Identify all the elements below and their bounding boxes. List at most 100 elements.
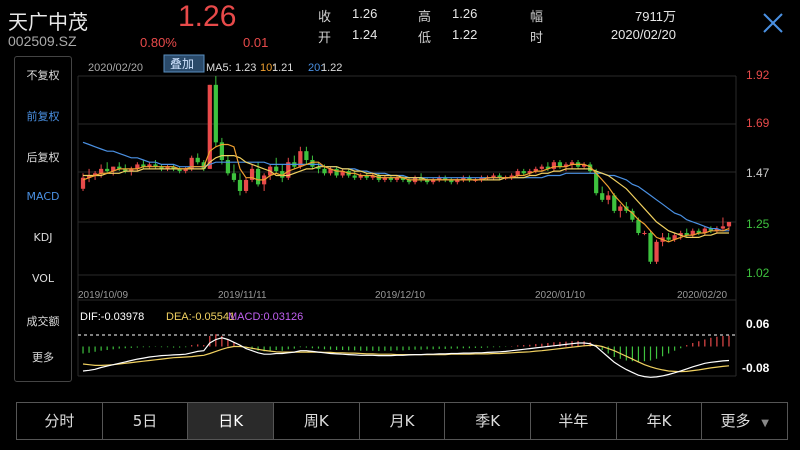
candle-body: [557, 162, 563, 167]
macd-value-label: MACD:0.03126: [228, 311, 303, 323]
candle: [708, 226, 713, 233]
overlay-button-label: 叠加: [170, 57, 194, 71]
candle: [135, 162, 140, 172]
candle: [340, 168, 345, 178]
tab-yearly[interactable]: 年K: [617, 403, 703, 439]
candle: [702, 226, 707, 236]
candle: [262, 173, 267, 191]
candle: [690, 228, 695, 238]
candle: [551, 160, 557, 172]
candle-body: [539, 166, 544, 169]
x-tick-5: 2020/02/20: [677, 290, 727, 301]
candle: [648, 230, 653, 264]
candle-body: [105, 168, 110, 172]
tab-monthly[interactable]: 月K: [360, 403, 446, 439]
candle-body: [720, 226, 726, 229]
candle: [406, 177, 412, 185]
tab-more-label: 更多: [720, 412, 751, 430]
y-tick-2: 1.69: [746, 116, 770, 130]
candle-body: [642, 232, 647, 234]
macd-dea-label: DEA:-0.05541: [166, 311, 235, 323]
candle: [219, 137, 224, 165]
candle: [388, 175, 394, 183]
candle: [461, 175, 466, 183]
candle-body: [99, 168, 104, 174]
candle: [213, 76, 218, 147]
tab-5day[interactable]: 5日: [103, 403, 189, 439]
candle: [431, 177, 436, 185]
candle: [231, 164, 237, 183]
y-tick-1: 1.92: [746, 68, 770, 82]
tab-minute[interactable]: 分时: [17, 403, 103, 439]
candle-body: [322, 168, 327, 174]
candle-body: [666, 237, 671, 240]
y-tick-3: 1.47: [746, 166, 770, 180]
candle: [618, 204, 623, 218]
kline-chart[interactable]: 2020/02/20 叠加 MA5: 1.23 10: 1.21 20: 1.2…: [0, 0, 800, 400]
candle: [557, 160, 563, 169]
candle: [467, 175, 472, 183]
x-tick-2: 2019/11/11: [218, 290, 267, 301]
candle: [606, 190, 611, 205]
candle: [243, 177, 249, 194]
macd-y-tick-1: 0.06: [746, 317, 770, 331]
candle: [642, 230, 647, 236]
candle-body: [600, 193, 605, 200]
candle-body: [618, 206, 623, 211]
candle-body: [352, 175, 357, 178]
candle: [720, 217, 726, 231]
tab-quarterly[interactable]: 季K: [445, 403, 532, 439]
candle-body: [195, 157, 200, 163]
candle: [600, 186, 605, 203]
y-tick-5: 1.02: [746, 266, 770, 280]
candle: [443, 175, 448, 183]
x-tick-1: 2019/10/09: [78, 290, 128, 301]
candle: [364, 173, 369, 180]
candle: [159, 164, 164, 172]
candle: [304, 146, 309, 165]
candle: [437, 175, 442, 183]
candle: [249, 164, 255, 183]
candle: [280, 164, 285, 183]
candle-body: [304, 151, 309, 161]
candle-body: [648, 232, 653, 262]
candle-body: [274, 166, 279, 172]
candle: [195, 153, 200, 165]
chevron-down-icon: ▼: [761, 418, 769, 429]
candle-body: [334, 168, 339, 176]
candle-body: [213, 84, 218, 143]
ma5-value: 1.23: [235, 62, 256, 74]
tab-halfyear[interactable]: 半年: [531, 403, 617, 439]
candle-body: [515, 171, 520, 176]
candle: [286, 157, 291, 180]
candle-body: [255, 168, 261, 185]
candles-group: [80, 76, 732, 264]
candle: [382, 175, 387, 183]
candle: [449, 177, 454, 185]
period-tabbar: 分时 5日 日K 周K 月K 季K 半年 年K 更多 ▼: [16, 402, 788, 440]
candle: [358, 173, 363, 180]
candle-body: [237, 179, 243, 191]
chart-date-label: 2020/02/20: [88, 62, 143, 74]
y-tick-4: 1.25: [746, 217, 770, 231]
candle-body: [636, 219, 641, 233]
candle: [225, 155, 231, 176]
macd-y-tick-2: -0.08: [742, 361, 770, 375]
candle: [491, 173, 496, 180]
candle-body: [654, 241, 659, 262]
tab-weekly[interactable]: 周K: [274, 403, 360, 439]
candle: [666, 232, 671, 242]
ma20-value: 1.22: [321, 62, 342, 74]
tab-daily[interactable]: 日K: [188, 403, 275, 439]
tab-more[interactable]: 更多 ▼: [702, 403, 787, 439]
ma5-line: [82, 143, 730, 243]
candle-body: [726, 221, 732, 227]
candle: [147, 162, 152, 169]
ma-lines-group: [82, 141, 730, 243]
candle: [237, 173, 243, 196]
candle: [654, 239, 659, 264]
candle-body: [243, 179, 249, 191]
candle-body: [231, 173, 237, 180]
candle: [274, 157, 279, 174]
x-tick-3: 2019/12/10: [375, 290, 425, 301]
